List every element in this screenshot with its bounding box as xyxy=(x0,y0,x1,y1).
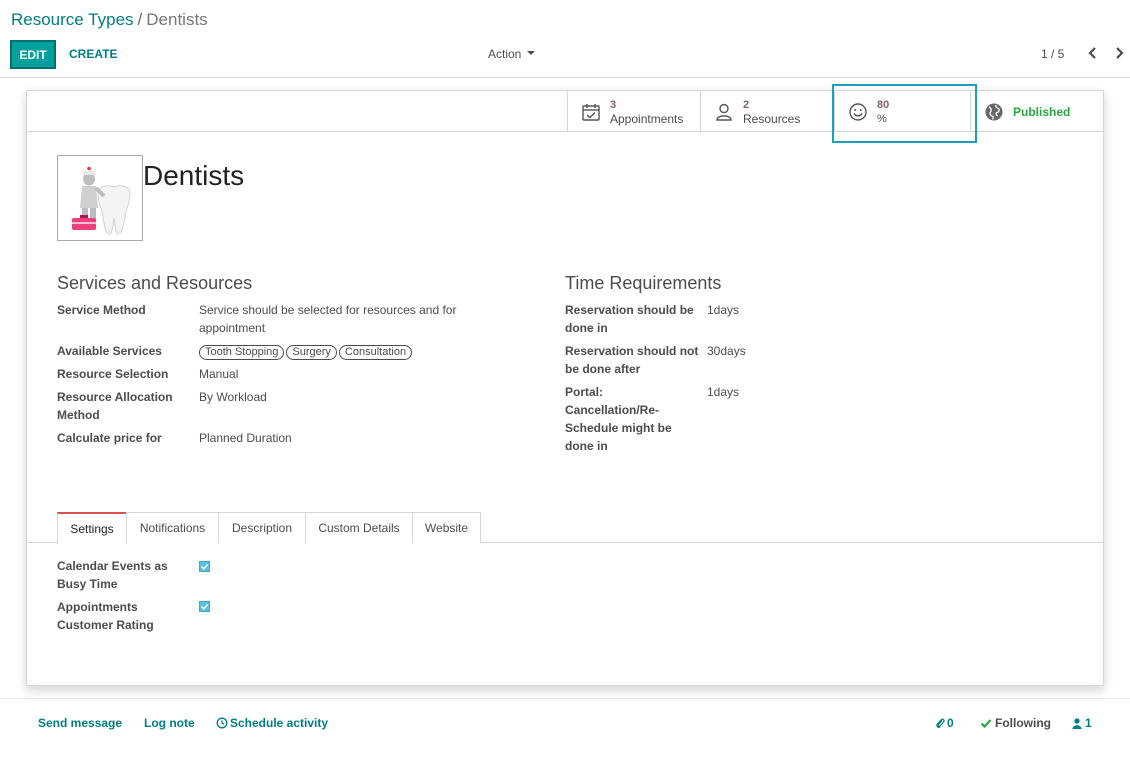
price-for-label: Calculate price for xyxy=(57,431,162,445)
portal-label: Portal: Cancellation/Re-Schedule might b… xyxy=(565,385,672,453)
chatter-bar: Send message Log note Schedule activity … xyxy=(0,698,1130,767)
service-tag: Consultation xyxy=(338,345,413,360)
edit-button[interactable]: EDIT xyxy=(10,40,56,69)
user-icon xyxy=(713,101,735,123)
following-button[interactable]: Following xyxy=(980,716,1051,730)
schedule-activity-label: Schedule activity xyxy=(230,716,329,730)
attachments-count: 0 xyxy=(947,716,954,730)
calendar-busy-checkbox[interactable] xyxy=(199,561,210,572)
calendar-check-icon xyxy=(580,101,602,123)
breadcrumb-separator: / xyxy=(137,10,143,29)
resources-count: 2 xyxy=(743,98,750,111)
form-sheet: 3Appointments 2Resources 80% Published xyxy=(26,84,1104,686)
pager-next-button[interactable] xyxy=(1110,43,1128,63)
tab-settings[interactable]: Settings xyxy=(57,512,127,544)
breadcrumb-current: Dentists xyxy=(146,10,208,29)
followers-button[interactable]: 1 xyxy=(1072,716,1092,730)
globe-icon xyxy=(983,101,1005,123)
resource-selection-label: Resource Selection xyxy=(57,367,169,381)
notebook-tabs: Settings Notifications Description Custo… xyxy=(27,512,1103,544)
pager-value[interactable]: 1 / 5 xyxy=(1041,47,1064,61)
stat-button-box: 3 Appointments 2 Resources 80% Published xyxy=(27,84,1103,143)
calendar-busy-label: Calendar Events as Busy Time xyxy=(57,559,168,591)
price-for-value: Planned Duration xyxy=(199,431,292,445)
user-icon xyxy=(1072,717,1082,729)
control-panel: Resource Types / Dentists EDIT CREATE Acti… xyxy=(0,0,1130,78)
record-title: Dentists xyxy=(143,160,245,191)
time-group-title: Time Requirements xyxy=(565,273,722,293)
not-after-label: Reservation should not be done after xyxy=(565,344,699,376)
resource-selection-value: Manual xyxy=(199,367,239,381)
focus-outline xyxy=(832,84,977,143)
service-method-label: Service Method xyxy=(57,303,146,317)
allocation-method-value: By Workload xyxy=(199,390,267,404)
chevron-left-icon xyxy=(1088,47,1096,59)
allocation-method-label: Resource Allocation Method xyxy=(57,390,173,422)
action-label: Action xyxy=(488,47,522,61)
not-after-value: 30days xyxy=(707,344,746,358)
available-services-tags: Tooth Stopping Surgery Consultation xyxy=(199,342,414,360)
published-label: Published xyxy=(1013,104,1071,119)
check-icon xyxy=(201,604,209,610)
following-label: Following xyxy=(995,716,1051,730)
service-tag: Tooth Stopping xyxy=(199,345,285,360)
resources-stat-button[interactable]: 2 Resources xyxy=(700,91,834,132)
create-button[interactable]: CREATE xyxy=(69,47,117,61)
check-icon xyxy=(980,718,992,728)
breadcrumb-parent-link[interactable]: Resource Types xyxy=(11,10,134,29)
appointments-label: Appointments xyxy=(610,111,684,126)
paperclip-icon xyxy=(936,718,945,728)
appointments-stat-button[interactable]: 3 Appointments xyxy=(567,91,700,132)
followers-count: 1 xyxy=(1085,716,1092,730)
breadcrumb: Resource Types / Dentists xyxy=(11,10,208,30)
done-in-label: Reservation should be done in xyxy=(565,303,694,335)
service-method-value: Service should be selected for resources… xyxy=(199,303,457,335)
dentist-illustration-icon xyxy=(72,166,131,235)
clock-icon xyxy=(216,717,228,729)
schedule-activity-button[interactable]: Schedule activity xyxy=(216,716,328,730)
resources-label: Resources xyxy=(743,111,801,126)
record-image[interactable] xyxy=(57,155,143,241)
attachments-button[interactable]: 0 xyxy=(935,716,954,730)
portal-value: 1days xyxy=(707,385,740,399)
chevron-right-icon xyxy=(1116,47,1124,59)
log-note-button[interactable]: Log note xyxy=(144,716,195,730)
tab-description[interactable]: Description xyxy=(218,512,306,543)
done-in-value: 1days xyxy=(707,303,740,317)
check-icon xyxy=(201,564,209,570)
pager-previous-button[interactable] xyxy=(1084,43,1102,63)
send-message-button[interactable]: Send message xyxy=(38,716,122,730)
customer-rating-checkbox[interactable] xyxy=(199,601,210,612)
services-group-title: Services and Resources xyxy=(57,273,253,293)
customer-rating-label: Appointments Customer Rating xyxy=(57,600,154,632)
available-services-label: Available Services xyxy=(57,344,162,358)
caret-down-icon xyxy=(527,50,536,55)
tab-custom-details[interactable]: Custom Details xyxy=(305,512,413,543)
tab-notifications[interactable]: Notifications xyxy=(126,512,219,543)
service-tag: Surgery xyxy=(286,345,337,360)
tab-website[interactable]: Website xyxy=(412,512,481,543)
action-dropdown[interactable]: Action xyxy=(488,47,536,61)
appointments-count: 3 xyxy=(610,98,617,111)
published-stat-button[interactable]: Published xyxy=(970,91,1103,132)
